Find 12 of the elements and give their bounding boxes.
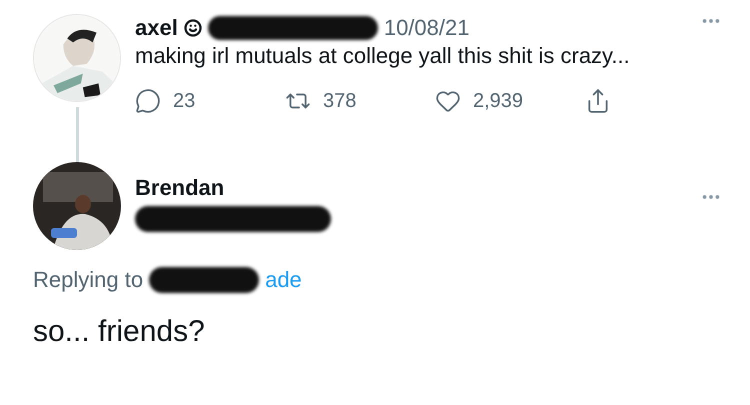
replying-label: Replying to (33, 266, 144, 294)
action-count: 23 (173, 89, 196, 114)
tweet-date: 10/08/21 (384, 14, 470, 42)
mention-link[interactable]: ade (265, 266, 302, 294)
display-name: Brendan (135, 174, 226, 202)
display-name: axel (135, 14, 178, 42)
tweet-text: making irl mutuals at college yall this shit is crazy... (135, 42, 631, 70)
reply-text: so... friends? (32, 314, 206, 350)
action-count: 2,939 (473, 89, 524, 114)
action-count: 378 (323, 89, 356, 114)
smiley-icon (184, 19, 202, 37)
reply-icon[interactable] (135, 88, 161, 114)
